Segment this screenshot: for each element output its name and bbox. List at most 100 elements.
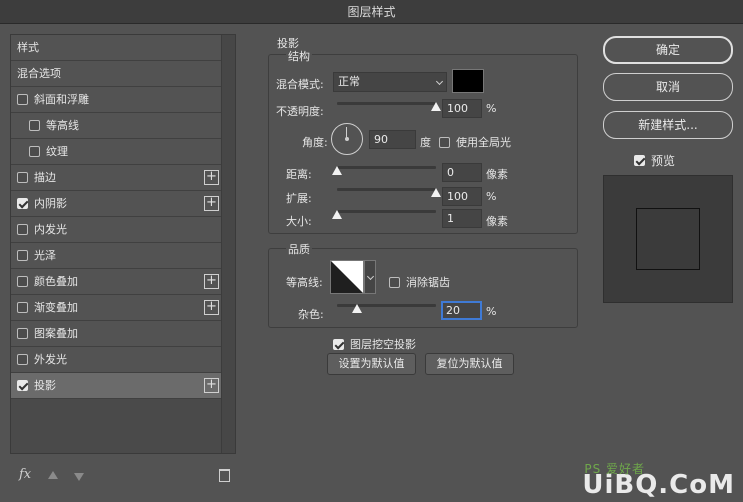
style-item-4[interactable]: 纹理 [11,139,223,165]
noise-slider-thumb[interactable] [351,304,362,313]
style-item-checkbox[interactable] [17,171,28,183]
opacity-slider-thumb[interactable] [431,102,441,111]
chevron-down-icon [366,272,375,281]
style-item-checkbox[interactable] [17,327,28,339]
spread-input[interactable]: 100 [442,187,482,206]
style-item-label: 斜面和浮雕 [34,93,89,106]
shadow-color-swatch[interactable] [452,69,484,93]
new-style-button[interactable]: 新建样式... [603,111,733,139]
style-item-label: 光泽 [34,249,56,262]
style-item-10[interactable]: 渐变叠加 + [11,295,223,321]
style-item-checkbox[interactable] [29,119,40,131]
global-light-checkbox-box[interactable] [439,136,450,148]
move-down-icon[interactable] [74,473,84,481]
styles-list-footer: fx [10,462,236,492]
style-item-label: 渐变叠加 [34,301,78,314]
style-item-checkbox[interactable] [17,301,28,313]
styles-list: 样式 混合选项 斜面和浮雕 等高线 纹理 描边 + 内阴影 + 内发光 光泽 颜色叠加 + 渐变叠加 + 图案… [11,35,223,399]
distance-slider-thumb[interactable] [332,166,342,175]
distance-input[interactable]: 0 [442,163,482,182]
blend-mode-label: 混合模式: [276,78,324,91]
anti-alias-checkbox[interactable]: 消除锯齿 [389,274,450,290]
styles-list-scrollbar[interactable] [221,35,235,453]
style-item-label: 投影 [34,379,56,392]
preview-checkbox[interactable]: 预览 [634,152,675,169]
add-effect-icon[interactable]: + [204,300,219,315]
style-item-11[interactable]: 图案叠加 [11,321,223,347]
style-item-label: 纹理 [46,145,68,158]
size-input[interactable]: 1 [442,209,482,228]
style-preview-swatch [636,208,700,270]
trash-icon[interactable] [219,469,230,482]
add-effect-icon[interactable]: + [204,378,219,393]
move-up-icon[interactable] [48,471,58,479]
distance-label: 距离: [286,168,312,181]
style-item-label: 描边 [34,171,56,184]
contour-label: 等高线: [286,276,323,289]
style-item-5[interactable]: 描边 + [11,165,223,191]
style-item-6[interactable]: 内阴影 + [11,191,223,217]
opacity-slider[interactable] [337,102,436,105]
global-light-checkbox[interactable]: 使用全局光 [439,134,511,150]
opacity-input[interactable]: 100 [442,99,482,118]
style-item-3[interactable]: 等高线 [11,113,223,139]
blend-mode-select[interactable]: 正常 [333,72,447,92]
style-item-label: 外发光 [34,353,67,366]
distance-slider[interactable] [337,166,436,169]
cancel-button[interactable]: 取消 [603,73,733,101]
style-item-13[interactable]: 投影 + [11,373,223,399]
style-item-8[interactable]: 光泽 [11,243,223,269]
global-light-label: 使用全局光 [456,136,511,149]
style-item-checkbox[interactable] [17,249,28,261]
fx-button[interactable]: fx [19,467,31,482]
ok-button[interactable]: 确定 [603,36,733,64]
style-item-9[interactable]: 颜色叠加 + [11,269,223,295]
size-label: 大小: [286,215,312,228]
anti-alias-checkbox-box[interactable] [389,276,400,288]
structure-title: 结构 [286,48,312,64]
spread-slider-thumb[interactable] [431,188,441,197]
contour-preview[interactable] [330,260,364,294]
style-item-checkbox[interactable] [17,93,28,105]
watermark: PS 爱好者 UiBQ.CoM [582,462,735,500]
style-item-label: 样式 [17,41,39,54]
reset-default-button[interactable]: 复位为默认值 [425,353,514,375]
contour-dropdown[interactable] [364,260,376,294]
style-item-checkbox[interactable] [17,379,28,391]
noise-unit: % [486,305,497,318]
add-effect-icon[interactable]: + [204,196,219,211]
preview-label: 预览 [651,154,676,168]
style-item-checkbox[interactable] [17,353,28,365]
style-item-checkbox[interactable] [17,275,28,287]
style-item-2[interactable]: 斜面和浮雕 [11,87,223,113]
add-effect-icon[interactable]: + [204,170,219,185]
style-item-checkbox[interactable] [17,223,28,235]
style-item-0[interactable]: 样式 [11,35,223,61]
knockout-checkbox-box[interactable] [333,338,344,350]
quality-title: 品质 [286,241,312,257]
style-item-12[interactable]: 外发光 [11,347,223,373]
window-title: 图层样式 [0,0,743,24]
angle-unit: 度 [420,136,431,149]
opacity-unit: % [486,102,497,115]
preview-checkbox-box[interactable] [634,155,645,166]
spread-slider[interactable] [337,188,436,191]
style-item-1[interactable]: 混合选项 [11,61,223,87]
anti-alias-label: 消除锯齿 [406,276,450,289]
angle-label: 角度: [302,136,328,149]
angle-input[interactable]: 90 [369,130,416,149]
size-slider[interactable] [337,210,436,213]
style-item-checkbox[interactable] [29,145,40,157]
knockout-label: 图层挖空投影 [350,338,416,351]
style-item-7[interactable]: 内发光 [11,217,223,243]
distance-unit: 像素 [486,168,508,181]
size-slider-thumb[interactable] [332,210,342,219]
knockout-checkbox[interactable]: 图层挖空投影 [333,336,416,352]
style-item-label: 混合选项 [17,67,61,80]
make-default-button[interactable]: 设置为默认值 [327,353,416,375]
style-preview [603,175,733,303]
style-item-checkbox[interactable] [17,197,28,209]
add-effect-icon[interactable]: + [204,274,219,289]
noise-input[interactable]: 20 [441,301,482,320]
angle-dial[interactable] [331,123,363,155]
